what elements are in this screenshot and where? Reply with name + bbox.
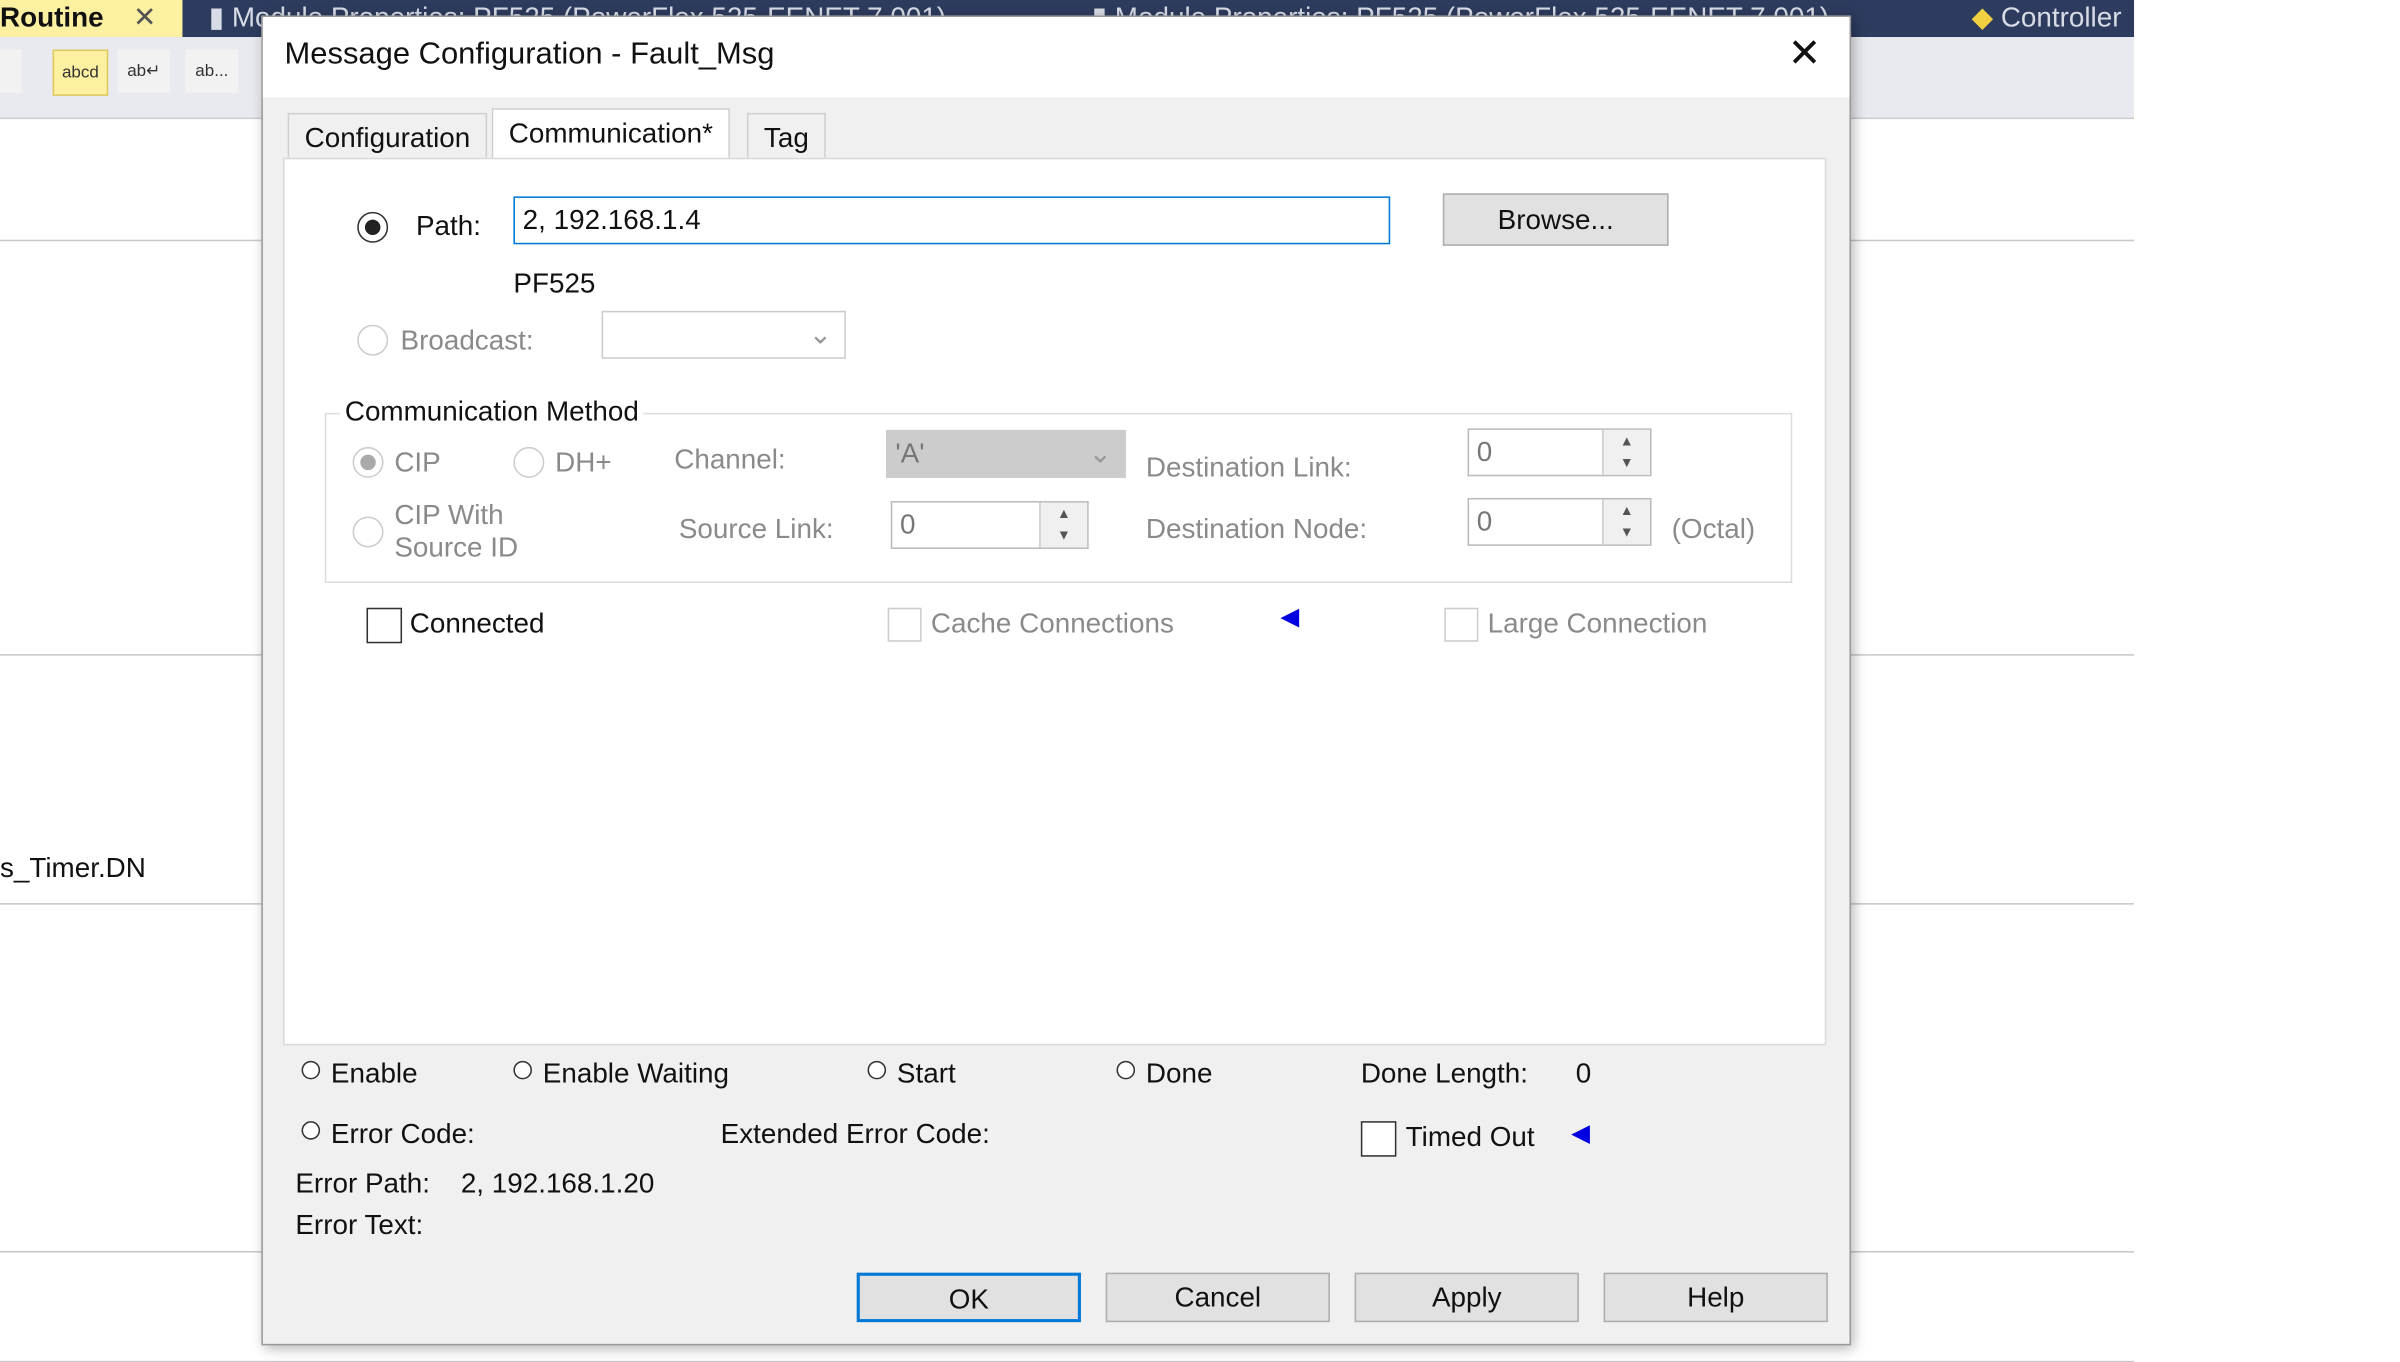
enable-indicator (301, 1060, 321, 1080)
enable-label: Enable (330, 1057, 418, 1089)
close-icon[interactable]: ✕ (133, 2, 156, 33)
destination-node-input[interactable]: 0 ▲ ▼ (1467, 497, 1652, 546)
help-button[interactable]: Help (1603, 1272, 1828, 1323)
error-path-label: Error Path: (295, 1167, 430, 1199)
communication-method-title: Communication Method (340, 395, 644, 429)
start-indicator (867, 1060, 887, 1080)
tab-configuration[interactable]: Configuration (287, 112, 488, 161)
error-path-value: 2, 192.168.1.20 (460, 1167, 655, 1199)
error-text-label: Error Text: (295, 1209, 424, 1241)
spinner-arrows[interactable]: ▲ ▼ (1602, 499, 1651, 545)
source-link-input[interactable]: 0 ▲ ▼ (890, 501, 1089, 549)
broadcast-radio[interactable] (357, 324, 389, 356)
large-connection-label: Large Connection (1487, 607, 1708, 639)
path-radio[interactable] (357, 211, 389, 243)
chevron-down-icon: ⌄ (1088, 437, 1112, 469)
ladder-tag-text: s_Timer.DN (0, 852, 146, 883)
spinner-arrows[interactable]: ▲ ▼ (1602, 429, 1651, 475)
extended-error-code-label: Extended Error Code: (720, 1118, 990, 1149)
done-length-label: Done Length: (1360, 1057, 1528, 1089)
broadcast-label: Broadcast: (400, 324, 534, 356)
enable-waiting-indicator (513, 1060, 532, 1080)
tab-communication[interactable]: Communication* (491, 108, 730, 161)
spinner-arrows[interactable]: ▲ ▼ (1039, 502, 1088, 548)
cip-source-id-label: CIP With Source ID (394, 499, 519, 563)
cip-source-id-radio[interactable] (352, 516, 384, 548)
dhplus-radio[interactable] (513, 446, 545, 478)
broadcast-select[interactable]: ⌄ (601, 310, 846, 359)
close-icon[interactable]: ✕ (1781, 29, 1827, 77)
tab-label: Routine (0, 1, 104, 33)
arrow-left-icon: ◀ (1280, 604, 1300, 631)
source-link-label: Source Link: (678, 513, 834, 545)
destination-node-label: Destination Node: (1145, 513, 1368, 545)
chevron-down-icon: ⌄ (808, 318, 832, 350)
tab-tag[interactable]: Tag (746, 112, 826, 161)
enable-waiting-label: Enable Waiting (542, 1057, 729, 1089)
path-label: Path: (415, 210, 481, 242)
timed-out-label: Timed Out (1405, 1121, 1535, 1153)
channel-select[interactable]: 'A' ⌄ (886, 429, 1126, 478)
toolbar-icon[interactable] (0, 49, 22, 93)
cip-radio[interactable] (352, 446, 384, 478)
error-code-indicator (301, 1121, 321, 1140)
cip-label: CIP (394, 446, 441, 478)
timed-out-checkbox[interactable] (1360, 1121, 1397, 1157)
controller-icon: ◆ (1971, 1, 1994, 33)
apply-button[interactable]: Apply (1354, 1272, 1579, 1323)
connected-label: Connected (409, 607, 545, 639)
done-length-value: 0 (1575, 1057, 1592, 1089)
tab-controller[interactable]: ◆ Controller (1972, 0, 2122, 37)
channel-label: Channel: (674, 443, 786, 475)
destination-link-label: Destination Link: (1145, 451, 1352, 483)
done-label: Done (1145, 1057, 1213, 1089)
large-connection-checkbox[interactable] (1444, 607, 1479, 642)
cache-connections-label: Cache Connections (930, 607, 1174, 639)
tab-label: Controller (2000, 1, 2122, 33)
ellipsis-button[interactable]: ab... (185, 49, 239, 93)
start-label: Start (896, 1057, 956, 1089)
wrap-button[interactable]: ab↵ (117, 49, 171, 93)
tab-routine[interactable]: Routine ✕ (0, 0, 183, 38)
cache-connections-checkbox[interactable] (887, 607, 922, 642)
done-indicator (1116, 1060, 1136, 1080)
cancel-button[interactable]: Cancel (1105, 1272, 1330, 1323)
ok-button[interactable]: OK (856, 1272, 1081, 1323)
dialog-title: Message Configuration - Fault_Msg (284, 37, 775, 72)
path-input[interactable]: 2, 192.168.1.4 (513, 196, 1391, 245)
path-resolved-name: PF525 (513, 267, 596, 299)
dhplus-label: DH+ (555, 446, 612, 478)
dialog-titlebar: Message Configuration - Fault_Msg ✕ (262, 17, 1850, 98)
connected-checkbox[interactable] (366, 607, 403, 644)
octal-label: (Octal) (1671, 513, 1756, 545)
screen: Routine ✕ ▮ Module Properties: PF525 (Po… (0, 0, 2400, 1362)
arrow-left-icon: ◀ (1571, 1121, 1591, 1148)
destination-link-input[interactable]: 0 ▲ ▼ (1467, 428, 1652, 477)
error-code-label: Error Code: (330, 1118, 475, 1149)
message-configuration-dialog: Message Configuration - Fault_Msg ✕ Conf… (261, 15, 1852, 1346)
browse-button[interactable]: Browse... (1442, 193, 1669, 246)
rung-comment-button[interactable]: abcd (52, 49, 109, 96)
communication-panel: Path: 2, 192.168.1.4 Browse... PF525 Bro… (282, 157, 1827, 1046)
